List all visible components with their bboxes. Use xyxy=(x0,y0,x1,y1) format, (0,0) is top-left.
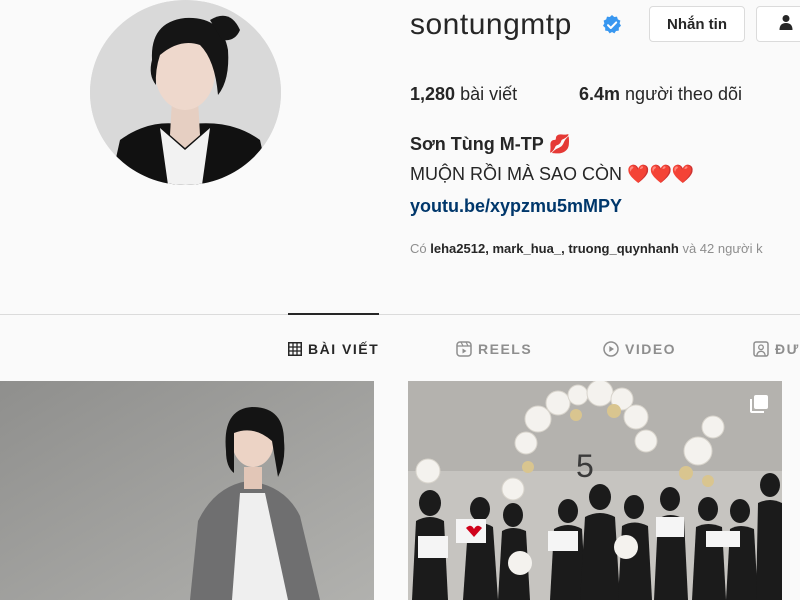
tab-video-label: VIDEO xyxy=(625,341,677,357)
tabs-divider xyxy=(0,314,800,315)
play-circle-icon xyxy=(603,341,619,357)
post-thumbnail[interactable]: 5 xyxy=(408,381,782,600)
posts-count: 1,280 xyxy=(410,84,456,104)
posts-count-stat: 1,280 bài viết xyxy=(410,84,517,105)
post-thumbnail[interactable] xyxy=(0,381,374,600)
lips-emoji: 💋 xyxy=(548,134,571,154)
full-name: Sơn Tùng M-TP 💋 xyxy=(410,134,571,155)
mutual-name: leha2512 xyxy=(430,241,486,256)
tag-person-icon xyxy=(753,341,769,357)
tab-tagged[interactable]: ĐƯ xyxy=(753,341,800,357)
bio-link[interactable]: youtu.be/xypzmu5mMPY xyxy=(410,196,622,217)
tab-tagged-label: ĐƯ xyxy=(775,341,800,357)
multiple-images-icon xyxy=(748,393,770,420)
follow-dropdown-button[interactable] xyxy=(756,6,800,42)
bio-text: MUỘN RỒI MÀ SAO CÒN ❤️❤️❤️ xyxy=(410,164,694,185)
profile-avatar[interactable] xyxy=(90,0,281,185)
message-button[interactable]: Nhắn tin xyxy=(649,6,745,42)
mutual-separator: , xyxy=(485,241,489,256)
verified-badge-icon xyxy=(601,14,623,41)
tab-reels[interactable]: REELS xyxy=(456,341,532,357)
tab-posts[interactable]: BÀI VIẾT xyxy=(288,341,379,357)
followers-count: 6.4m xyxy=(579,84,621,104)
hearts-emoji: ❤️❤️❤️ xyxy=(627,164,695,184)
reels-icon xyxy=(456,341,472,357)
mutual-prefix: Có xyxy=(410,241,427,256)
tab-reels-label: REELS xyxy=(478,341,533,357)
mutual-name: mark_hua_ xyxy=(492,241,562,256)
person-icon xyxy=(779,14,793,34)
mutual-suffix: và 42 người k xyxy=(682,241,763,256)
tab-posts-label: BÀI VIẾT xyxy=(308,341,380,357)
tab-video[interactable]: VIDEO xyxy=(603,341,676,357)
posts-label: bài viết xyxy=(460,84,518,104)
svg-text:5: 5 xyxy=(576,448,594,484)
bio-line: MUỘN RỒI MÀ SAO CÒN xyxy=(410,164,623,184)
mutual-followers[interactable]: Có leha2512, mark_hua_, truong_quynhanh … xyxy=(410,241,763,256)
full-name-text: Sơn Tùng M-TP xyxy=(410,134,544,154)
mutual-name: truong_quynhanh xyxy=(568,241,679,256)
active-tab-indicator xyxy=(288,313,379,315)
grid-icon xyxy=(288,342,302,356)
followers-label: người theo dõi xyxy=(625,84,742,104)
username: sontungmtp xyxy=(410,8,572,41)
mutual-separator: , xyxy=(561,241,565,256)
followers-stat[interactable]: 6.4m người theo dõi xyxy=(579,84,742,105)
